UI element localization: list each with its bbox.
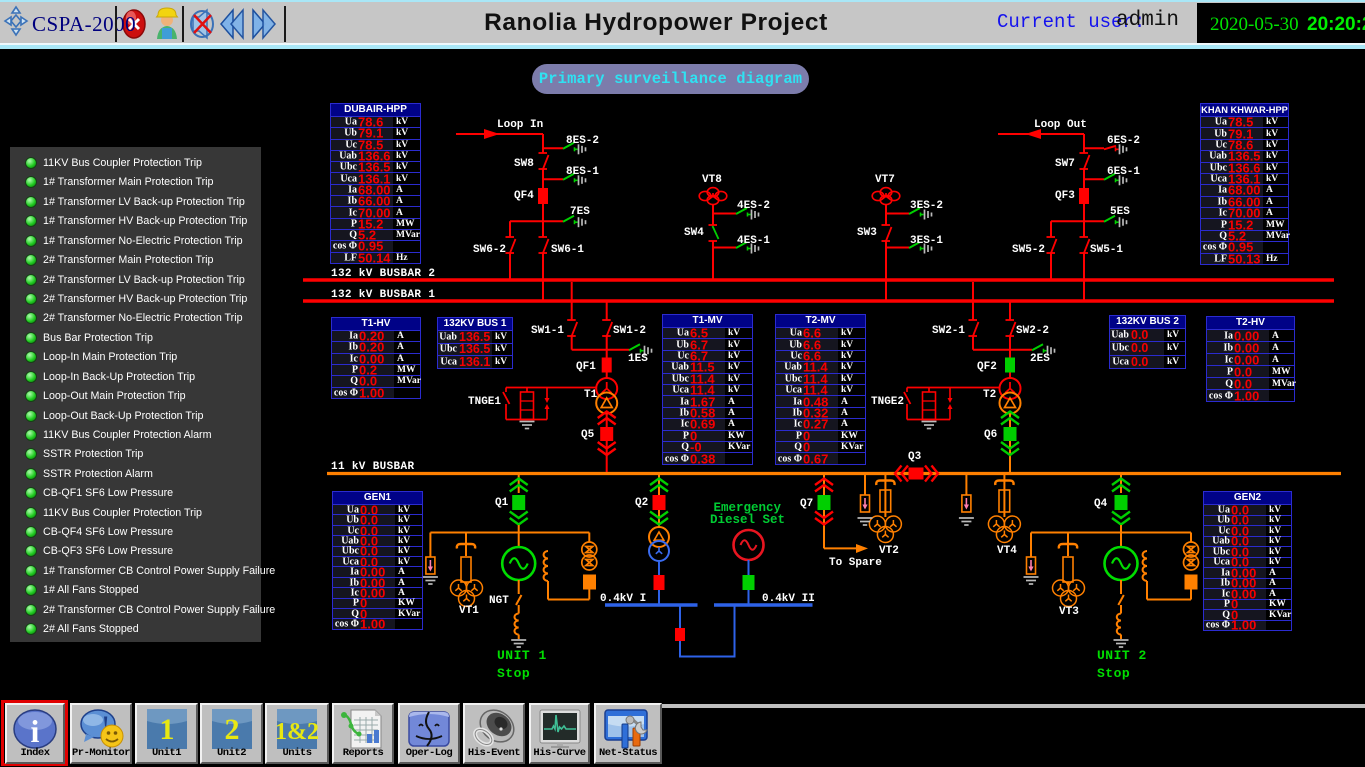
svg-text:Q4: Q4: [1094, 498, 1108, 510]
svg-text:Stop: Stop: [1097, 666, 1130, 681]
svg-text:1&2: 1&2: [275, 719, 319, 745]
svg-text:0.4kV I: 0.4kV I: [600, 593, 646, 605]
svg-text:VT8: VT8: [702, 174, 722, 186]
svg-text:VT2: VT2: [879, 545, 899, 557]
svg-text:Stop: Stop: [497, 666, 530, 681]
svg-text:T1: T1: [584, 389, 598, 401]
svg-text:Diesel Set: Diesel Set: [710, 513, 785, 527]
svg-text:SW6-2: SW6-2: [473, 244, 506, 256]
svg-text:4ES-1: 4ES-1: [737, 235, 770, 247]
svg-text:SW2-1: SW2-1: [932, 325, 965, 337]
svg-text:SW3: SW3: [857, 227, 877, 239]
svg-text:Q2: Q2: [635, 497, 648, 509]
svg-text:Loop Out: Loop Out: [1034, 119, 1087, 131]
svg-text:5ES: 5ES: [1110, 206, 1130, 218]
svg-text:UNIT 1: UNIT 1: [497, 648, 547, 663]
svg-text:SW5-2: SW5-2: [1012, 244, 1045, 256]
svg-text:SW2-2: SW2-2: [1016, 325, 1049, 337]
svg-text:Q7: Q7: [800, 498, 813, 510]
svg-text:SW4: SW4: [684, 227, 704, 239]
svg-text:TNGE1: TNGE1: [468, 396, 501, 408]
svg-text:11 kV BUSBAR: 11 kV BUSBAR: [331, 461, 414, 473]
svg-text:4ES-2: 4ES-2: [737, 200, 770, 212]
svg-text:i: i: [31, 713, 40, 749]
svg-text:NGT: NGT: [489, 595, 509, 607]
svg-text:QF1: QF1: [576, 361, 596, 373]
svg-text:SW7: SW7: [1055, 158, 1075, 170]
svg-text:0.4kV II: 0.4kV II: [762, 593, 815, 605]
svg-text:1ES: 1ES: [628, 353, 648, 365]
svg-text:Q3: Q3: [908, 451, 922, 463]
svg-text:3ES-2: 3ES-2: [910, 200, 943, 212]
svg-text:1: 1: [159, 713, 174, 746]
svg-text:CSPA-2000: CSPA-2000: [32, 12, 136, 36]
svg-text:Q5: Q5: [581, 429, 595, 441]
svg-text:2ES: 2ES: [1030, 353, 1050, 365]
svg-text:2: 2: [224, 713, 239, 746]
svg-text:Emergency: Emergency: [714, 501, 782, 515]
svg-text:QF2: QF2: [977, 361, 997, 373]
svg-text:T2: T2: [983, 389, 996, 401]
svg-text:SW1-2: SW1-2: [613, 325, 646, 337]
svg-text:7ES: 7ES: [570, 206, 590, 218]
svg-text:SW1-1: SW1-1: [531, 325, 564, 337]
svg-text:To Spare: To Spare: [829, 557, 882, 569]
svg-text:8ES-2: 8ES-2: [566, 135, 599, 147]
svg-text:3ES-1: 3ES-1: [910, 235, 943, 247]
svg-text:VT3: VT3: [1059, 606, 1079, 618]
svg-text:VT7: VT7: [875, 174, 895, 186]
svg-text:QF4: QF4: [514, 190, 534, 202]
svg-text:132 kV BUSBAR 1: 132 kV BUSBAR 1: [331, 289, 435, 301]
svg-text:132 kV BUSBAR 2: 132 kV BUSBAR 2: [331, 268, 435, 280]
svg-text:Loop In: Loop In: [497, 119, 543, 131]
svg-text:SW5-1: SW5-1: [1090, 244, 1123, 256]
svg-text:SW8: SW8: [514, 158, 534, 170]
svg-text:VT4: VT4: [997, 545, 1017, 557]
svg-text:SW6-1: SW6-1: [551, 244, 584, 256]
svg-text:Q1: Q1: [495, 497, 509, 509]
svg-text:6ES-1: 6ES-1: [1107, 166, 1140, 178]
svg-text:6ES-2: 6ES-2: [1107, 135, 1140, 147]
svg-text:VT1: VT1: [459, 605, 479, 617]
svg-text:TNGE2: TNGE2: [871, 396, 904, 408]
svg-text:8ES-1: 8ES-1: [566, 166, 599, 178]
svg-text:Q6: Q6: [984, 429, 997, 441]
svg-text:UNIT 2: UNIT 2: [1097, 648, 1147, 663]
svg-text:QF3: QF3: [1055, 190, 1075, 202]
